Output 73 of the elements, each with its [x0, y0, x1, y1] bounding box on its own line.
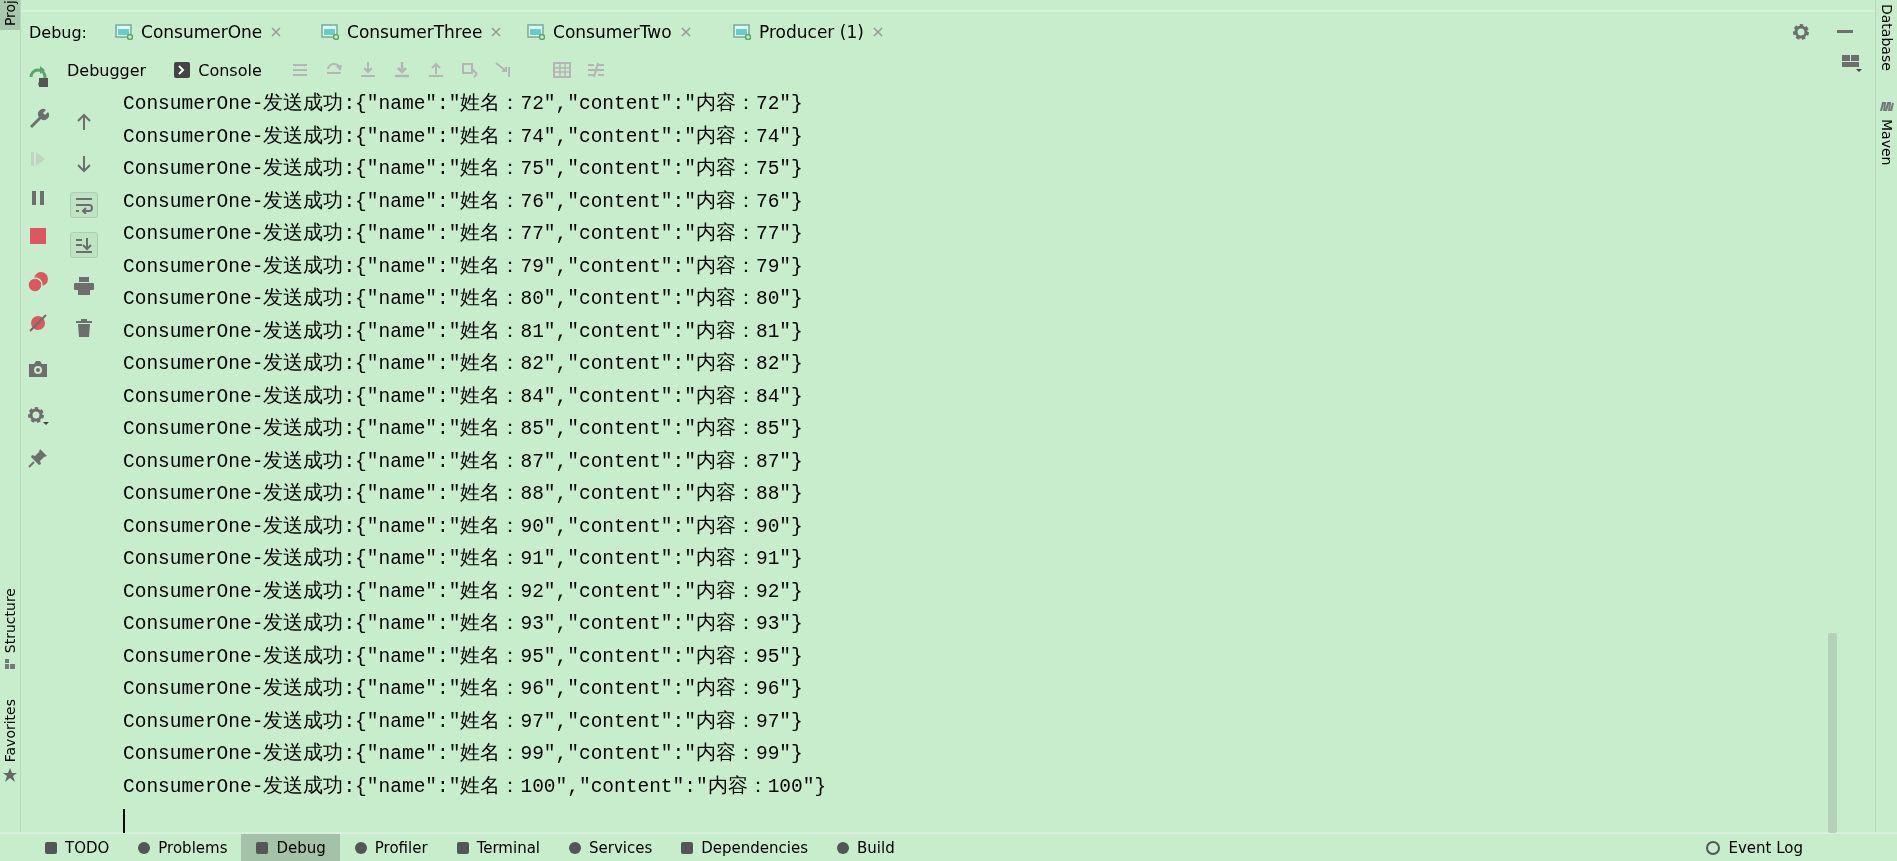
tool-window-tab[interactable]: Maven — [1878, 118, 1895, 166]
trace-icon[interactable] — [585, 61, 606, 79]
tool-window-tab[interactable]: Services — [554, 834, 667, 861]
console-line: ConsumerOne-发送成功:{"name":"姓名：100","content":"内容：100"} — [123, 774, 827, 800]
pin-icon[interactable] — [27, 447, 49, 469]
scroll-to-end-icon[interactable] — [70, 232, 98, 258]
window-icon — [733, 24, 751, 40]
console-line: ConsumerOne-发送成功:{"name":"姓名：99","content":"内容：99"} — [123, 741, 803, 767]
tool-window-tab[interactable]: Dependencies — [666, 834, 823, 861]
mute-icon[interactable] — [28, 313, 48, 333]
close-icon[interactable] — [679, 26, 692, 38]
text-cursor — [123, 809, 125, 833]
window-icon — [115, 24, 133, 40]
close-icon[interactable] — [490, 26, 503, 38]
calculator-icon[interactable] — [551, 61, 572, 79]
tool-window-tab[interactable]: Terminal — [441, 834, 555, 861]
console-line: ConsumerOne-发送成功:{"name":"姓名：77","content":"内容：77"} — [123, 221, 803, 247]
console-line: ConsumerOne-发送成功:{"name":"姓名：79","content":"内容：79"} — [123, 254, 803, 280]
drop-frame-icon[interactable] — [459, 61, 480, 79]
session-tab[interactable]: ConsumerThree — [347, 22, 483, 42]
console-line: ConsumerOne-发送成功:{"name":"姓名：74","content":"内容：74"} — [123, 124, 803, 150]
console-line: ConsumerOne-发送成功:{"name":"姓名：96","content":"内容：96"} — [123, 676, 803, 702]
session-tab[interactable]: ConsumerTwo — [553, 22, 672, 42]
view-tab[interactable]: Debugger — [67, 60, 147, 80]
tool-window-tab[interactable]: Structure — [2, 587, 18, 653]
tool-window-tab[interactable]: Favorites — [2, 698, 18, 762]
panel-title: Debug: — [29, 22, 87, 42]
window-icon — [527, 24, 545, 40]
stop-icon[interactable] — [29, 227, 47, 245]
view-tab[interactable]: Console — [198, 60, 262, 80]
session-tab[interactable]: Producer (1) — [759, 22, 864, 42]
console-line: ConsumerOne-发送成功:{"name":"姓名：75","content":"内容：75"} — [123, 156, 803, 182]
close-icon[interactable] — [871, 26, 884, 38]
console-line: ConsumerOne-发送成功:{"name":"姓名：97","content":"内容：97"} — [123, 709, 803, 735]
event-log-tab[interactable]: Event Log — [1728, 838, 1803, 857]
pause-icon[interactable] — [29, 189, 47, 207]
console-line: ConsumerOne-发送成功:{"name":"姓名：87","content":"内容：87"} — [123, 449, 803, 475]
tool-window-tab[interactable]: Problems — [123, 834, 242, 861]
console-line: ConsumerOne-发送成功:{"name":"姓名：85","content":"内容：85"} — [123, 416, 803, 442]
tool-window-tab[interactable]: Profiler — [339, 834, 442, 861]
gear-icon[interactable] — [26, 405, 50, 427]
console-line: ConsumerOne-发送成功:{"name":"姓名：92","content":"内容：92"} — [123, 579, 803, 605]
console-line: ConsumerOne-发送成功:{"name":"姓名：95","content":"内容：95"} — [123, 644, 803, 670]
maven-icon — [1879, 100, 1894, 111]
minimize-icon[interactable] — [1837, 30, 1853, 34]
structure-icon — [5, 658, 15, 669]
console-line: ConsumerOne-发送成功:{"name":"姓名：76","content":"内容：76"} — [123, 189, 803, 215]
console-line: ConsumerOne-发送成功:{"name":"姓名：93","content":"内容：93"} — [123, 611, 803, 637]
console-line: ConsumerOne-发送成功:{"name":"姓名：82","content":"内容：82"} — [123, 351, 803, 377]
scrollbar[interactable] — [1828, 633, 1837, 833]
console-line: ConsumerOne-发送成功:{"name":"姓名：84","content":"内容：84"} — [123, 384, 803, 410]
breakpoints-icon[interactable] — [27, 271, 49, 293]
tool-window-tab[interactable]: Build — [822, 834, 909, 861]
tool-window-tab[interactable]: TODO — [30, 834, 124, 861]
tool-window-tab[interactable]: Database — [1878, 4, 1895, 71]
console-line: ConsumerOne-发送成功:{"name":"姓名：88","content":"内容：88"} — [123, 481, 803, 507]
layout-icon[interactable] — [1841, 54, 1863, 72]
close-icon[interactable] — [270, 26, 283, 38]
camera-icon[interactable] — [27, 359, 49, 379]
session-tab[interactable]: ConsumerOne — [141, 22, 263, 42]
window-icon — [321, 24, 339, 40]
console-line: ConsumerOne-发送成功:{"name":"姓名：72","content":"内容：72"} — [123, 91, 803, 117]
tool-window-tab[interactable]: Debug — [241, 834, 340, 861]
settings-icon[interactable] — [1791, 22, 1811, 42]
console-line: ConsumerOne-发送成功:{"name":"姓名：90","content":"内容：90"} — [123, 514, 803, 540]
star-icon — [3, 768, 17, 782]
console-line: ConsumerOne-发送成功:{"name":"姓名：91","content":"内容：91"} — [123, 546, 803, 572]
soft-wrap-icon[interactable] — [70, 192, 98, 218]
console-line: ConsumerOne-发送成功:{"name":"姓名：80","content":"内容：80"} — [123, 286, 803, 312]
rerun-icon[interactable] — [27, 65, 49, 87]
console-line: ConsumerOne-发送成功:{"name":"姓名：81","content":"内容：81"} — [123, 319, 803, 345]
event-log-icon — [1705, 839, 1722, 856]
console-icon — [174, 62, 191, 78]
